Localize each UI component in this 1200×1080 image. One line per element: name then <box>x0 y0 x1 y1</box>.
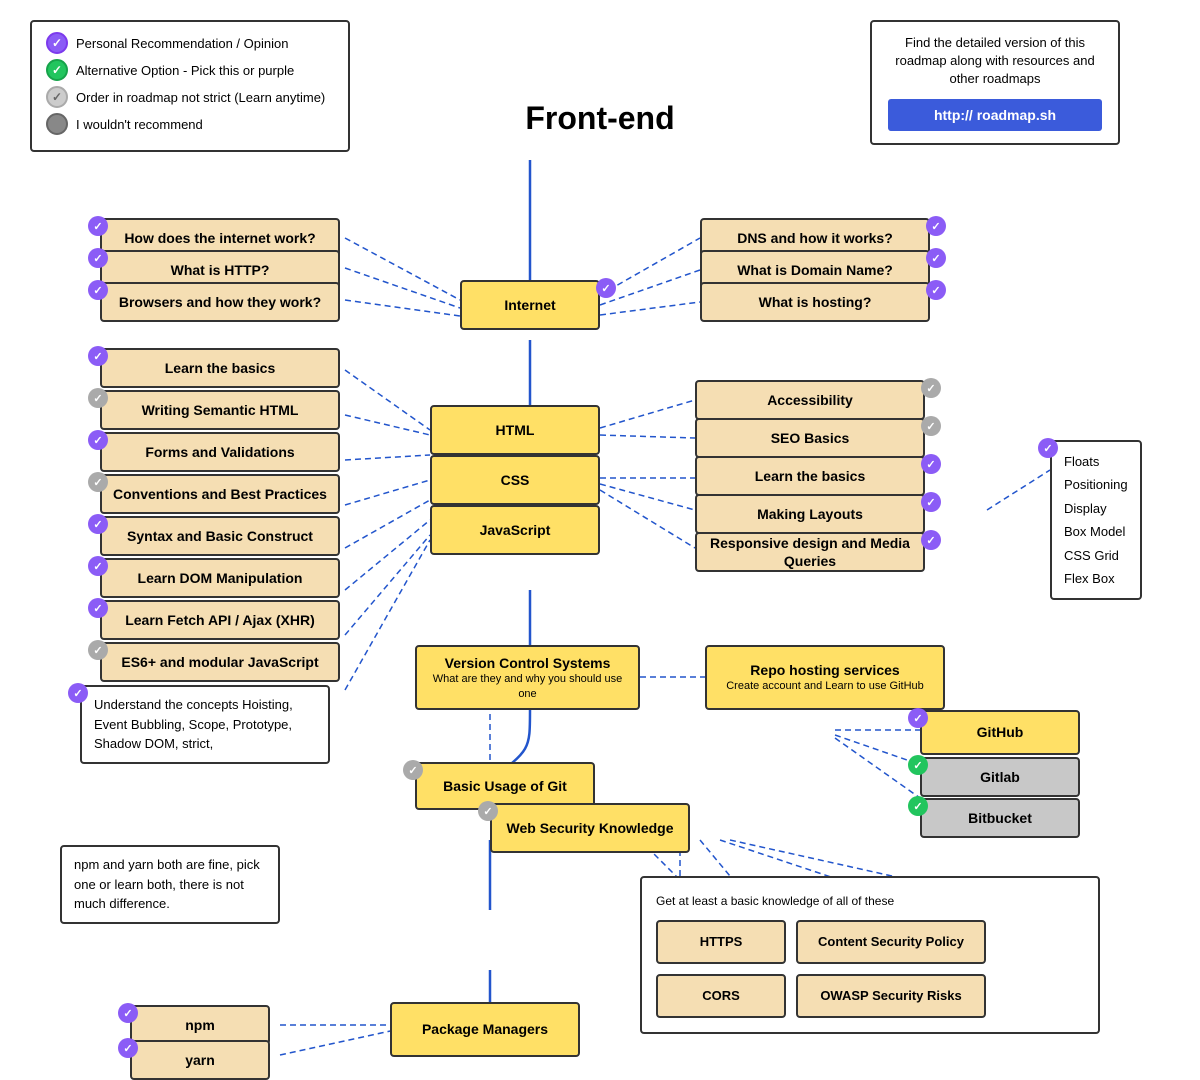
badge-http: ✓ <box>88 248 108 268</box>
node-semantic-html: Writing Semantic HTML <box>100 390 340 430</box>
sublist-flexbox: Flex Box <box>1064 567 1128 590</box>
node-conventions: Conventions and Best Practices <box>100 474 340 514</box>
node-npm: npm <box>130 1005 270 1045</box>
node-csp: Content Security Policy <box>796 920 986 964</box>
badge-learn-basics-css: ✓ <box>921 454 941 474</box>
badge-security: ✓ <box>478 801 498 821</box>
sublist-boxmodel: Box Model <box>1064 520 1128 543</box>
node-learn-basics-html: Learn the basics <box>100 348 340 388</box>
badge-github: ✓ <box>908 708 928 728</box>
node-internet: Internet <box>460 280 600 330</box>
node-gitlab: Gitlab <box>920 757 1080 797</box>
legend-icon-purple: ✓ <box>46 32 68 54</box>
node-html: HTML <box>430 405 600 455</box>
node-browsers: Browsers and how they work? <box>100 282 340 322</box>
security-subtitle: Get at least a basic knowledge of all of… <box>656 892 1084 910</box>
node-seo: SEO Basics <box>695 418 925 458</box>
badge-responsive: ✓ <box>921 530 941 550</box>
node-dom: Learn DOM Manipulation <box>100 558 340 598</box>
node-responsive: Responsive design and Media Queries <box>695 532 925 572</box>
node-https: HTTPS <box>656 920 786 964</box>
info-box: Find the detailed version of this roadma… <box>870 20 1120 145</box>
badge-seo: ✓ <box>921 416 941 436</box>
badge-es6: ✓ <box>88 640 108 660</box>
legend-label-gray-dark: I wouldn't recommend <box>76 117 203 132</box>
legend-icon-gray-dark <box>46 113 68 135</box>
badge-internet: ✓ <box>596 278 616 298</box>
node-css: CSS <box>430 455 600 505</box>
node-owasp: OWASP Security Risks <box>796 974 986 1018</box>
legend-label-gray-light: Order in roadmap not strict (Learn anyti… <box>76 90 325 105</box>
node-github: GitHub <box>920 710 1080 755</box>
node-javascript: JavaScript <box>430 505 600 555</box>
info-text: Find the detailed version of this roadma… <box>888 34 1102 89</box>
badge-making-layouts: ✓ <box>921 492 941 512</box>
badge-semantic-html: ✓ <box>88 388 108 408</box>
badge-fetch: ✓ <box>88 598 108 618</box>
node-package-managers: Package Managers <box>390 1002 580 1057</box>
sublist-floats: Floats <box>1064 450 1128 473</box>
badge-learn-basics-html: ✓ <box>88 346 108 366</box>
badge-forms: ✓ <box>88 430 108 450</box>
sublist-css: Floats Positioning Display Box Model CSS… <box>1050 440 1142 600</box>
info-link[interactable]: http:// roadmap.sh <box>888 99 1102 131</box>
badge-hosting: ✓ <box>926 280 946 300</box>
node-syntax: Syntax and Basic Construct <box>100 516 340 556</box>
node-making-layouts: Making Layouts <box>695 494 925 534</box>
node-es6: ES6+ and modular JavaScript <box>100 642 340 682</box>
badge-dom: ✓ <box>88 556 108 576</box>
badge-browsers: ✓ <box>88 280 108 300</box>
legend-label-purple: Personal Recommendation / Opinion <box>76 36 288 51</box>
node-fetch: Learn Fetch API / Ajax (XHR) <box>100 600 340 640</box>
sublist-cssgrid: CSS Grid <box>1064 544 1128 567</box>
security-subbox: Get at least a basic knowledge of all of… <box>640 876 1100 1034</box>
legend-box: ✓ Personal Recommendation / Opinion ✓ Al… <box>30 20 350 152</box>
badge-bitbucket: ✓ <box>908 796 928 816</box>
node-vcs: Version Control Systems What are they an… <box>415 645 640 710</box>
badge-concepts: ✓ <box>68 683 88 703</box>
badge-dns: ✓ <box>926 216 946 236</box>
legend-item-gray-light: ✓ Order in roadmap not strict (Learn any… <box>46 86 334 108</box>
legend-item-gray-dark: I wouldn't recommend <box>46 113 334 135</box>
node-accessibility: Accessibility <box>695 380 925 420</box>
node-yarn: yarn <box>130 1040 270 1080</box>
legend-item-purple: ✓ Personal Recommendation / Opinion <box>46 32 334 54</box>
node-bitbucket: Bitbucket <box>920 798 1080 838</box>
badge-npm: ✓ <box>118 1003 138 1023</box>
badge-css-sublist: ✓ <box>1038 438 1058 458</box>
legend-icon-green: ✓ <box>46 59 68 81</box>
note-package-managers: npm and yarn both are fine, pick one or … <box>60 845 280 924</box>
badge-accessibility: ✓ <box>921 378 941 398</box>
page: ✓ Personal Recommendation / Opinion ✓ Al… <box>0 0 1200 1077</box>
page-title: Front-end <box>525 100 674 137</box>
node-forms: Forms and Validations <box>100 432 340 472</box>
badge-gitlab: ✓ <box>908 755 928 775</box>
badge-conventions: ✓ <box>88 472 108 492</box>
node-learn-basics-css: Learn the basics <box>695 456 925 496</box>
badge-yarn: ✓ <box>118 1038 138 1058</box>
legend-icon-gray-light: ✓ <box>46 86 68 108</box>
badge-domain: ✓ <box>926 248 946 268</box>
legend-label-green: Alternative Option - Pick this or purple <box>76 63 294 78</box>
note-concepts: Understand the concepts Hoisting, Event … <box>80 685 330 764</box>
node-hosting: What is hosting? <box>700 282 930 322</box>
legend-item-green: ✓ Alternative Option - Pick this or purp… <box>46 59 334 81</box>
sublist-positioning: Positioning <box>1064 473 1128 496</box>
badge-how-internet: ✓ <box>88 216 108 236</box>
badge-syntax: ✓ <box>88 514 108 534</box>
badge-git: ✓ <box>403 760 423 780</box>
node-cors: CORS <box>656 974 786 1018</box>
sublist-display: Display <box>1064 497 1128 520</box>
node-repo-hosting: Repo hosting services Create account and… <box>705 645 945 710</box>
node-security: Web Security Knowledge <box>490 803 690 853</box>
